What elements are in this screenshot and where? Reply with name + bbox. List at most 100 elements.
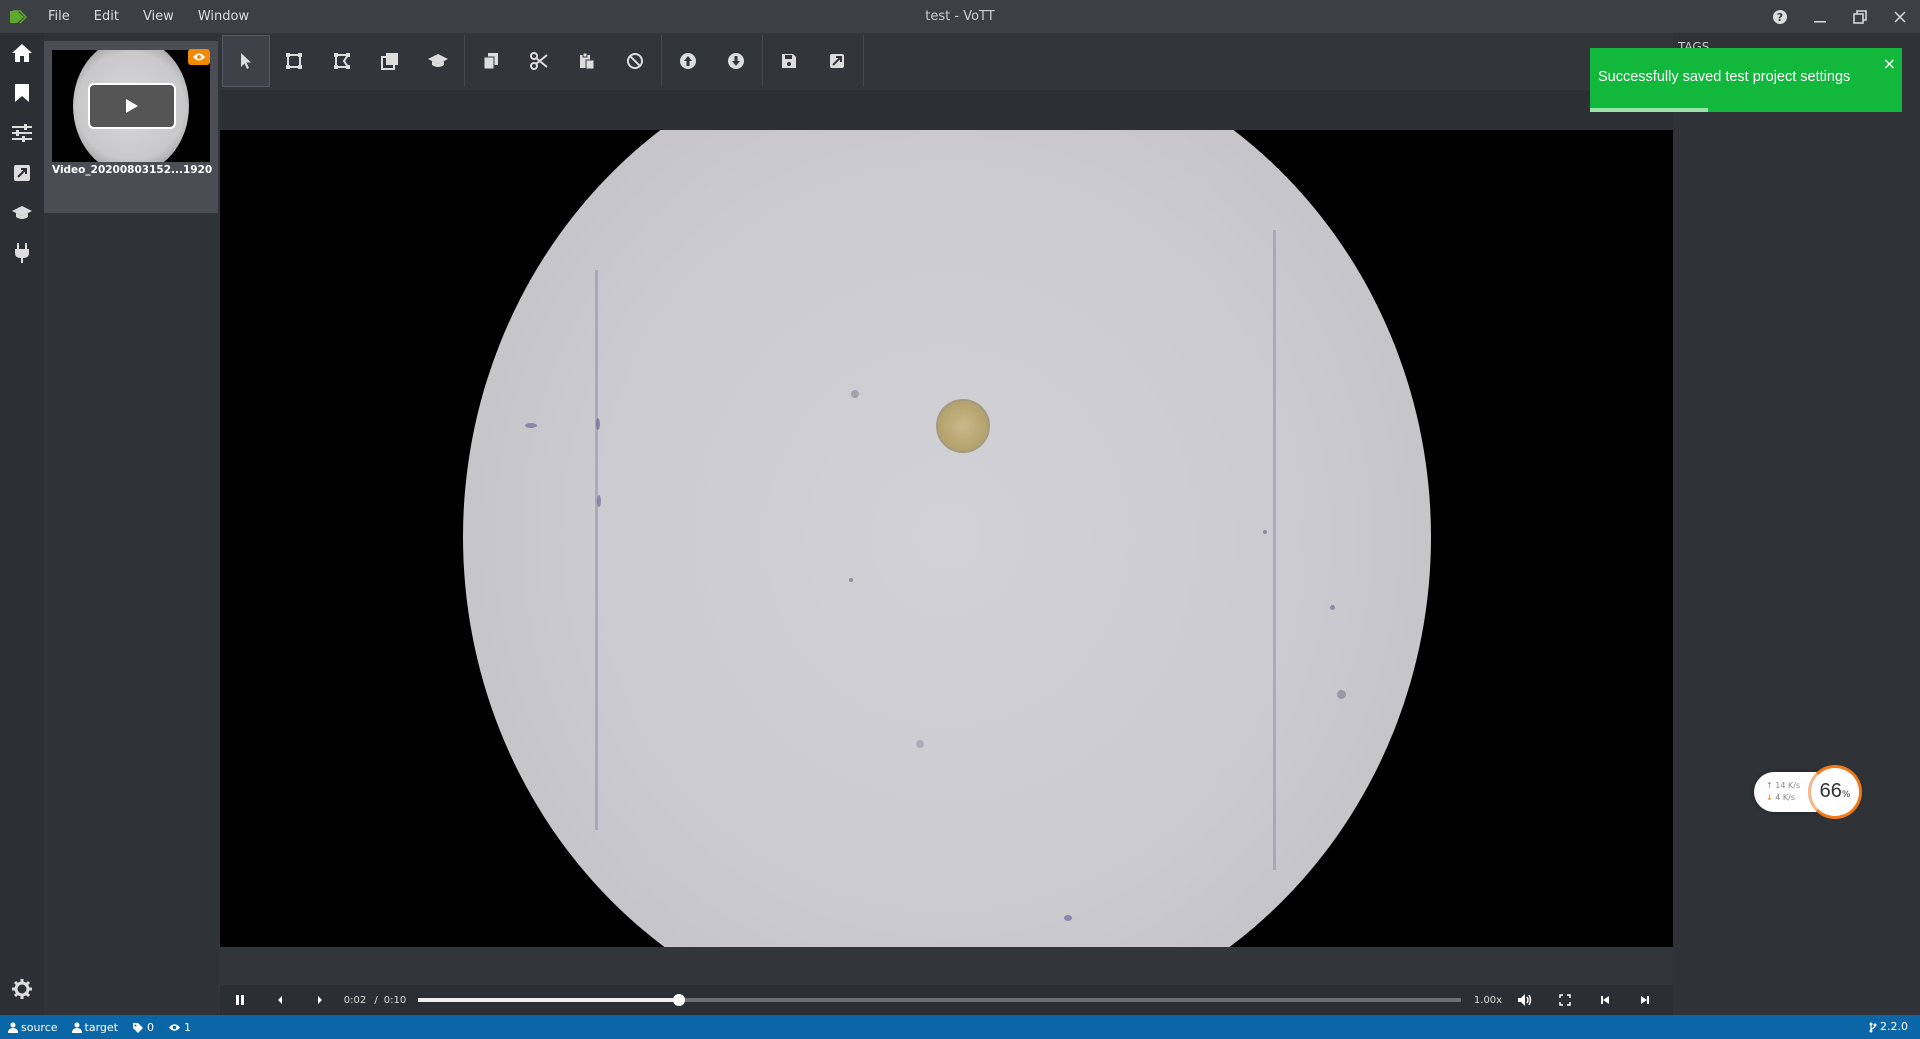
- paste-icon: [580, 52, 595, 70]
- gear-icon: [12, 979, 32, 999]
- success-toast: Successfully saved test project settings…: [1590, 48, 1902, 112]
- volume-button[interactable]: [1505, 985, 1545, 1015]
- menu-file[interactable]: File: [36, 0, 82, 33]
- editor-toolbar: [222, 33, 866, 89]
- speck: [525, 423, 537, 428]
- menu-bar: File Edit View Window: [36, 0, 261, 33]
- microscope-field: [463, 130, 1431, 947]
- toolbar-divider: [464, 35, 465, 87]
- download-speed: ↓ 4 K/s: [1766, 793, 1795, 802]
- status-bar: source target 0 1 2.2.0: [0, 1015, 1920, 1039]
- graduation-cap-icon: [12, 206, 32, 219]
- nav-app-settings[interactable]: [0, 969, 44, 1009]
- svg-text:?: ?: [1777, 11, 1783, 24]
- speck: [1263, 530, 1267, 534]
- nav-active-learning[interactable]: [0, 193, 44, 233]
- gauge-percent-sign: %: [1841, 790, 1851, 800]
- pause-icon: [236, 995, 244, 1005]
- user-icon: [8, 1022, 18, 1033]
- nav-connections[interactable]: [0, 233, 44, 273]
- copy-regions-button[interactable]: [467, 35, 515, 87]
- step-back-button[interactable]: [260, 985, 300, 1015]
- active-learning-button[interactable]: [414, 35, 462, 87]
- playback-speed[interactable]: 1.00x: [1471, 985, 1505, 1015]
- previous-tagged-frame-button[interactable]: [1585, 985, 1625, 1015]
- duration: 0:10: [383, 994, 407, 1006]
- asset-preview: [52, 50, 210, 162]
- visited-eye-icon: [188, 49, 210, 65]
- save-project-button[interactable]: [765, 35, 813, 87]
- caret-left-icon: [278, 996, 282, 1004]
- remove-regions-button[interactable]: [611, 35, 659, 87]
- gauge-percent: 66: [1819, 780, 1842, 802]
- status-target[interactable]: target: [71, 1021, 118, 1034]
- cut-regions-button[interactable]: [515, 35, 563, 87]
- step-backward-icon: [1601, 996, 1609, 1004]
- user-icon: [71, 1022, 82, 1033]
- toolbar-divider: [762, 35, 763, 87]
- toast-close-button[interactable]: ×: [1883, 54, 1896, 73]
- tags-panel: [1673, 33, 1920, 1015]
- minimize-icon: [1814, 20, 1826, 22]
- next-asset-button[interactable]: [712, 35, 760, 87]
- speck: [1330, 605, 1335, 610]
- fullscreen-icon: [1559, 994, 1571, 1006]
- scissors-icon: [530, 52, 548, 70]
- pointer-icon: [241, 53, 251, 69]
- select-tool-button[interactable]: [222, 35, 270, 87]
- seek-bar[interactable]: [418, 994, 1461, 1006]
- nav-project-settings[interactable]: [0, 113, 44, 153]
- title-bar: File Edit View Window test - VoTT ?: [0, 0, 1920, 33]
- window-controls: ?: [1760, 0, 1920, 33]
- caret-right-icon: [318, 996, 322, 1004]
- current-time: 0:02: [343, 994, 367, 1006]
- video-canvas[interactable]: [220, 130, 1673, 947]
- window-title: test - VoTT: [925, 9, 995, 24]
- speck: [851, 390, 859, 398]
- speck: [1064, 915, 1072, 921]
- code-branch-icon: [1869, 1022, 1877, 1032]
- nav-tagging[interactable]: [0, 73, 44, 113]
- speck: [1337, 690, 1346, 699]
- status-tag-count: 0: [132, 1021, 154, 1034]
- minimize-button[interactable]: [1800, 0, 1840, 33]
- bookmark-icon: [15, 84, 29, 102]
- toast-message: Successfully saved test project settings: [1598, 69, 1851, 85]
- ban-icon: [627, 53, 643, 69]
- menu-edit[interactable]: Edit: [82, 0, 131, 33]
- asset-thumbnail[interactable]: Video_20200803152...1920 x 1080: [44, 41, 218, 213]
- close-window-button[interactable]: [1880, 0, 1920, 33]
- paste-regions-button[interactable]: [563, 35, 611, 87]
- memory-gauge[interactable]: 66%: [1808, 765, 1862, 819]
- nav-home[interactable]: [0, 33, 44, 73]
- menu-window[interactable]: Window: [186, 0, 261, 33]
- step-forward-button[interactable]: [300, 985, 340, 1015]
- previous-asset-button[interactable]: [664, 35, 712, 87]
- status-visited-count: 1: [168, 1021, 191, 1034]
- draw-rectangle-icon: [286, 53, 302, 69]
- seek-bar-handle[interactable]: [672, 994, 685, 1006]
- next-tagged-frame-button[interactable]: [1625, 985, 1665, 1015]
- volume-icon: [1518, 994, 1532, 1006]
- asset-list: Video_20200803152...1920 x 1080: [44, 33, 219, 1015]
- arrow-circle-down-icon: [728, 53, 744, 69]
- status-source[interactable]: source: [8, 1021, 58, 1034]
- eye-icon: [168, 1023, 180, 1031]
- step-forward-icon: [1641, 996, 1649, 1004]
- plug-icon: [15, 243, 29, 263]
- speck: [596, 418, 600, 430]
- clone-icon: [381, 53, 398, 70]
- help-button[interactable]: ?: [1760, 0, 1800, 33]
- maximize-button[interactable]: [1840, 0, 1880, 33]
- speck: [849, 578, 853, 582]
- copy-rectangle-button[interactable]: [366, 35, 414, 87]
- menu-view[interactable]: View: [131, 0, 186, 33]
- draw-rectangle-button[interactable]: [270, 35, 318, 87]
- export-project-button[interactable]: [813, 35, 861, 87]
- nav-export[interactable]: [0, 153, 44, 193]
- fullscreen-button[interactable]: [1545, 985, 1585, 1015]
- export-icon: [830, 54, 844, 68]
- pause-button[interactable]: [220, 985, 260, 1015]
- draw-polygon-button[interactable]: [318, 35, 366, 87]
- speck: [916, 740, 924, 748]
